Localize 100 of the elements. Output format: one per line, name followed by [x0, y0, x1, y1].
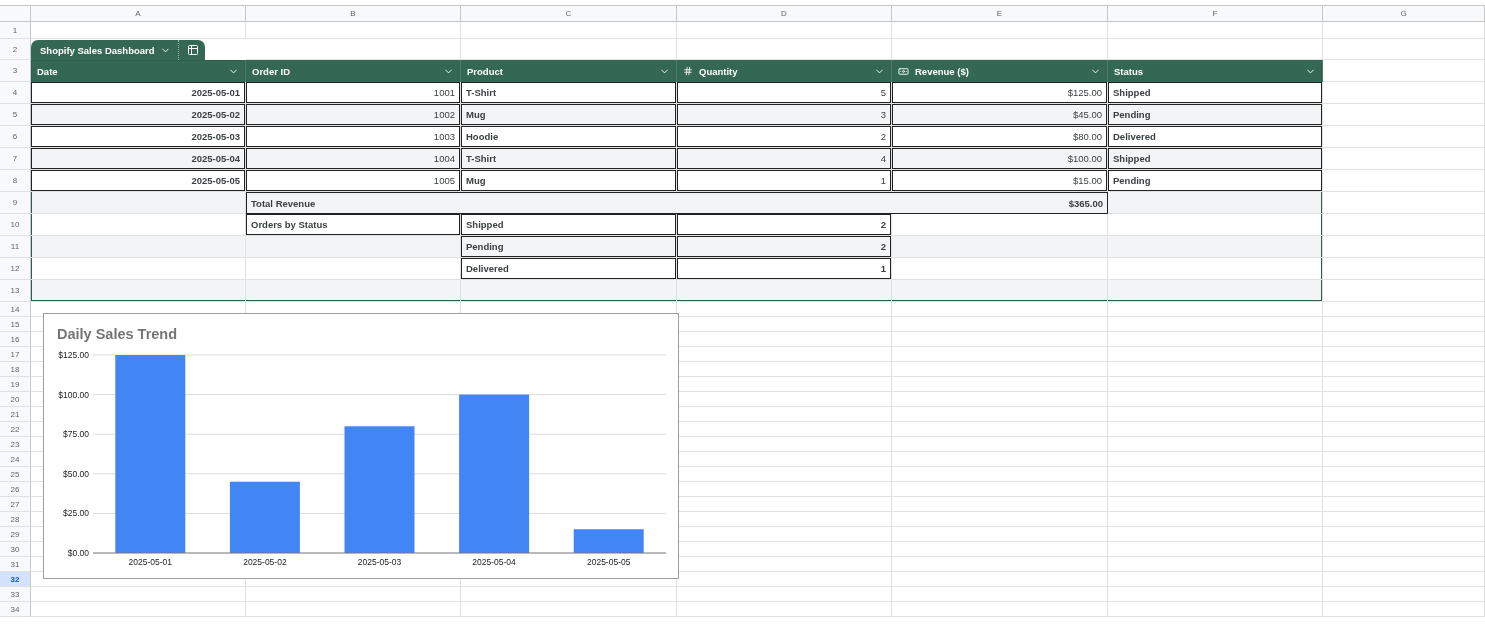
- y-axis-label: $50.00: [63, 468, 89, 479]
- row-number[interactable]: 23: [0, 437, 31, 452]
- table-cell: Pending: [1108, 104, 1323, 126]
- row-number[interactable]: 7: [0, 148, 31, 170]
- x-axis-label: 2025-05-03: [357, 557, 402, 567]
- row-number[interactable]: 17: [0, 347, 31, 362]
- table-cell: Pending: [461, 236, 677, 258]
- row-number[interactable]: 10: [0, 214, 31, 236]
- table-cell: 4: [677, 148, 892, 170]
- table-cell: T-Shirt: [461, 82, 677, 104]
- table-cell: $45.00: [892, 104, 1108, 126]
- row-number[interactable]: 29: [0, 527, 31, 542]
- y-axis-label: $100.00: [58, 389, 89, 400]
- row-number[interactable]: 12: [0, 258, 31, 280]
- table-cell: 1: [677, 258, 892, 280]
- table-cell: 2025-05-05: [31, 170, 246, 192]
- table-cell: 2: [677, 126, 892, 148]
- y-axis-label: $125.00: [58, 350, 89, 360]
- row-number[interactable]: 32: [0, 572, 31, 587]
- table-cell: 1005: [246, 170, 461, 192]
- table-cell: 1001: [246, 82, 461, 104]
- row-number[interactable]: 4: [0, 82, 31, 104]
- row-number[interactable]: 31: [0, 557, 31, 572]
- row-number[interactable]: 18: [0, 362, 31, 377]
- table-cell: 2025-05-04: [31, 148, 246, 170]
- column-letter[interactable]: F: [1108, 6, 1323, 22]
- row-number[interactable]: 26: [0, 482, 31, 497]
- total-label: Total Revenue: [251, 197, 316, 209]
- row-number[interactable]: 27: [0, 497, 31, 512]
- table-cell: $15.00: [892, 170, 1108, 192]
- row-number[interactable]: 34: [0, 602, 31, 617]
- table-cell: Shipped: [1108, 82, 1323, 104]
- table-cell: 2: [677, 214, 892, 236]
- table-cell: 1: [677, 170, 892, 192]
- row-number[interactable]: 9: [0, 192, 31, 214]
- row-number[interactable]: 8: [0, 170, 31, 192]
- column-letter[interactable]: D: [677, 6, 892, 22]
- table-cell: 1004: [246, 148, 461, 170]
- x-axis-label: 2025-05-04: [472, 557, 516, 567]
- chart-title: Daily Sales Trend: [57, 326, 178, 342]
- table-cell: Delivered: [461, 258, 677, 280]
- row-number[interactable]: 3: [0, 60, 31, 82]
- table-cell: Hoodie: [461, 126, 677, 148]
- table-cell: T-Shirt: [461, 148, 677, 170]
- table-cell: $80.00: [892, 126, 1108, 148]
- row-number[interactable]: 22: [0, 422, 31, 437]
- corner-cell[interactable]: [0, 6, 31, 22]
- row-number[interactable]: 11: [0, 236, 31, 258]
- row-number[interactable]: 25: [0, 467, 31, 482]
- column-header[interactable]: Revenue ($): [892, 60, 1108, 82]
- column-header[interactable]: Status: [1108, 60, 1323, 82]
- table-cell: Mug: [461, 170, 677, 192]
- row-number[interactable]: 6: [0, 126, 31, 148]
- table-icon: [186, 44, 199, 56]
- row-number[interactable]: 19: [0, 377, 31, 392]
- row-number[interactable]: 14: [0, 302, 31, 317]
- table-cell: 2: [677, 236, 892, 258]
- total-value: $365.00: [1068, 197, 1103, 209]
- table-cell: 2025-05-03: [31, 126, 246, 148]
- row-number[interactable]: 15: [0, 317, 31, 332]
- row-number[interactable]: 30: [0, 542, 31, 557]
- table-cell: 2025-05-01: [31, 82, 246, 104]
- column-header[interactable]: Date: [31, 60, 246, 82]
- chart-bar: [573, 529, 644, 553]
- table-cell: 1002: [246, 104, 461, 126]
- table-cell: Shipped: [461, 214, 677, 236]
- x-axis-label: 2025-05-01: [128, 557, 173, 567]
- row-number[interactable]: 2: [0, 39, 31, 60]
- currency-type-icon: [898, 65, 909, 77]
- row-number[interactable]: 24: [0, 452, 31, 467]
- column-header[interactable]: Product: [461, 60, 677, 82]
- row-number[interactable]: 20: [0, 392, 31, 407]
- table-cell: 1003: [246, 126, 461, 148]
- row-number[interactable]: 1: [0, 22, 31, 39]
- y-axis-label: $0.00: [67, 548, 89, 558]
- column-letter[interactable]: E: [892, 6, 1108, 22]
- table-cell: 3: [677, 104, 892, 126]
- number-type-icon: [683, 66, 693, 76]
- y-axis-label: $25.00: [63, 508, 89, 519]
- column-header[interactable]: Quantity: [677, 60, 892, 82]
- column-letter[interactable]: B: [246, 6, 461, 22]
- row-number[interactable]: 28: [0, 512, 31, 527]
- chart-bar: [229, 481, 300, 553]
- table-cell: $100.00: [892, 148, 1108, 170]
- column-letter[interactable]: C: [461, 6, 677, 22]
- table-cell: $125.00: [892, 82, 1108, 104]
- x-axis-label: 2025-05-05: [586, 557, 631, 567]
- table-cell: Shipped: [1108, 148, 1323, 170]
- row-number[interactable]: 5: [0, 104, 31, 126]
- row-number[interactable]: 16: [0, 332, 31, 347]
- row-number[interactable]: 21: [0, 407, 31, 422]
- column-letter[interactable]: A: [31, 6, 246, 22]
- table-cell: 2025-05-02: [31, 104, 246, 126]
- row-number[interactable]: 33: [0, 587, 31, 602]
- row-number[interactable]: 13: [0, 280, 31, 302]
- column-letter[interactable]: G: [1323, 6, 1485, 22]
- column-header[interactable]: Order ID: [246, 60, 461, 82]
- table-cell: Mug: [461, 104, 677, 126]
- table-cell: 5: [677, 82, 892, 104]
- table-cell: Pending: [1108, 170, 1323, 192]
